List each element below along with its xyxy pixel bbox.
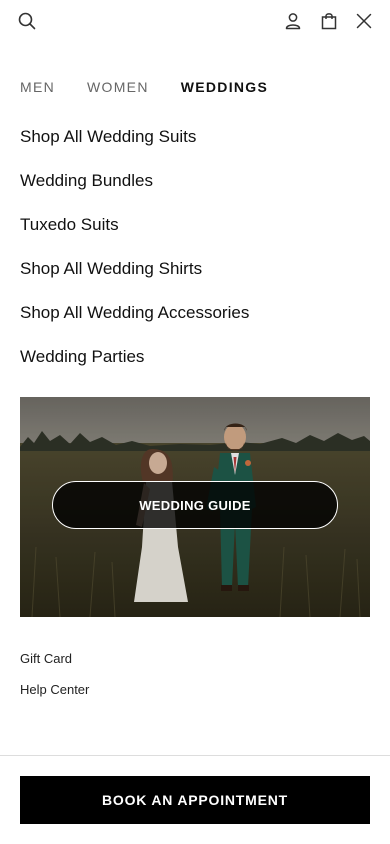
secondary-links: Gift Card Help Center — [20, 650, 89, 712]
menu-item-shop-all-wedding-shirts[interactable]: Shop All Wedding Shirts — [20, 254, 370, 298]
gift-card-link[interactable]: Gift Card — [20, 650, 89, 681]
menu-item-shop-all-wedding-suits[interactable]: Shop All Wedding Suits — [20, 122, 370, 166]
menu-item-shop-all-wedding-accessories[interactable]: Shop All Wedding Accessories — [20, 298, 370, 342]
menu-item-tuxedo-suits[interactable]: Tuxedo Suits — [20, 210, 370, 254]
footer-divider — [0, 755, 390, 756]
menu-item-wedding-parties[interactable]: Wedding Parties — [20, 342, 370, 386]
book-appointment-button[interactable]: BOOK AN APPOINTMENT — [20, 776, 370, 824]
help-center-link[interactable]: Help Center — [20, 681, 89, 712]
tab-weddings[interactable]: WEDDINGS — [181, 79, 268, 95]
close-icon[interactable] — [350, 7, 378, 35]
menu-item-wedding-bundles[interactable]: Wedding Bundles — [20, 166, 370, 210]
weddings-menu: Shop All Wedding Suits Wedding Bundles T… — [20, 122, 370, 386]
tab-men[interactable]: MEN — [20, 79, 55, 95]
tab-women[interactable]: WOMEN — [87, 79, 149, 95]
category-tabs: MEN WOMEN WEDDINGS — [20, 76, 268, 98]
account-icon[interactable] — [279, 7, 307, 35]
wedding-promo-banner[interactable]: WEDDING GUIDE — [20, 397, 370, 617]
bag-icon[interactable] — [315, 7, 343, 35]
search-icon[interactable] — [13, 7, 41, 35]
wedding-guide-button[interactable]: WEDDING GUIDE — [52, 481, 338, 529]
top-bar — [0, 0, 390, 42]
